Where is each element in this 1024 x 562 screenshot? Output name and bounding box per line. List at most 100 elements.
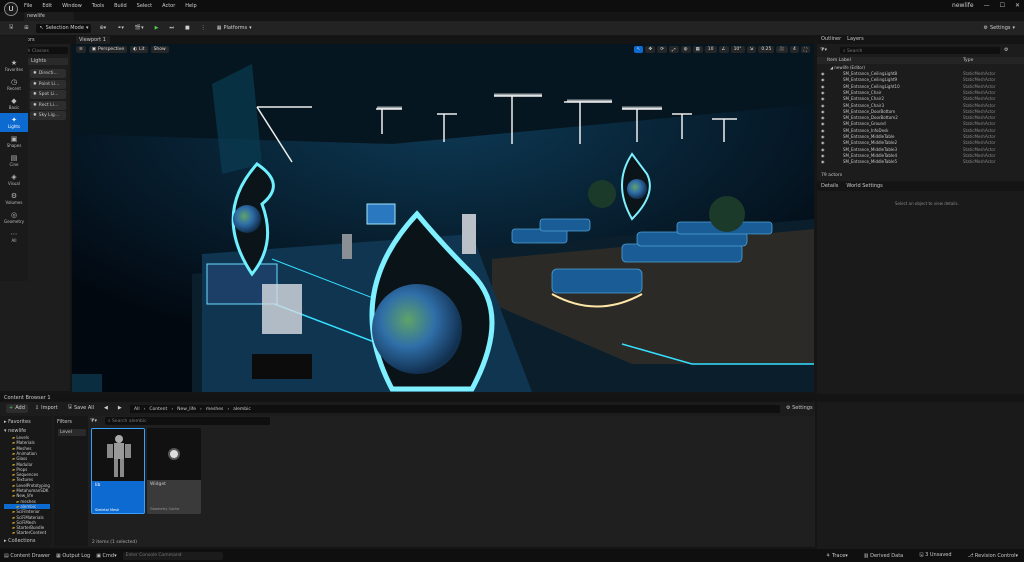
eye-icon[interactable]: ◉ <box>821 96 825 102</box>
play-options-icon[interactable]: ⋮ <box>198 24 209 33</box>
stop-button[interactable]: ■ <box>182 24 193 33</box>
camera-speed-icon[interactable]: 🎥 <box>776 46 788 53</box>
tree-root[interactable]: ▾ newlife <box>4 428 26 434</box>
mode-cine[interactable]: ▤ Cine <box>0 151 28 170</box>
eye-icon[interactable]: ◉ <box>821 121 825 127</box>
mode-volumes[interactable]: ⚙ Volumes <box>0 189 28 208</box>
tree-folder[interactable]: ▰ MetahumanSDK <box>4 488 50 493</box>
outliner-search-input[interactable]: ⌕ Search <box>840 47 1000 54</box>
cmd-dropdown[interactable]: ▣ Cmd▾ <box>96 553 116 559</box>
console-input[interactable]: Enter Console Command <box>122 551 223 560</box>
filter-chip-level[interactable]: Level <box>58 429 86 436</box>
mode-basic[interactable]: ◆ Basic <box>0 94 28 113</box>
tab-details[interactable]: Details <box>821 183 838 191</box>
tree-folder[interactable]: ▰ Animation <box>4 451 50 456</box>
outliner-row[interactable]: ◉ SM_Entrance_CeilingLight9 StaticMeshActo… <box>817 77 1017 83</box>
tree-folder[interactable]: ▰ Glass <box>4 456 50 461</box>
minimize-icon[interactable]: — <box>984 2 990 9</box>
tree-folder[interactable]: ▰ SciFiMaterials <box>4 515 50 520</box>
menu-item-edit[interactable]: Edit <box>42 3 52 9</box>
outliner-row[interactable]: ◉ SM_Entrance_DoorBottom StaticMeshActor <box>817 109 1017 115</box>
asset-search-input[interactable]: ⌕ Search alembic <box>105 417 270 425</box>
output-log-button[interactable]: ▦ Output Log <box>56 553 90 559</box>
place-actor-item[interactable]: ✹ Point Li... <box>30 79 66 89</box>
maximize-icon[interactable]: ☐ <box>1000 2 1005 9</box>
cb-settings-button[interactable]: ⚙ Settings <box>786 405 813 411</box>
level-viewport[interactable]: ≡ ▣ Perspective ◐ Lit Show ↖ ✥ ⟳ ⤢ ◍ ▦ 10 … <box>72 44 814 392</box>
outliner-row[interactable]: ◉ SM_Entrance_DoorBottom2 StaticMeshActor <box>817 115 1017 121</box>
trace-button[interactable]: ⚘ Trace▾ <box>826 553 848 559</box>
viewport-tab[interactable]: Viewport 1 <box>76 36 110 44</box>
viewport-menu-icon[interactable]: ≡ <box>76 46 86 53</box>
outliner-row[interactable]: ◉ SM_Entrance_MiddleTable5 StaticMeshActor <box>817 159 1017 165</box>
breadcrumb-item[interactable]: alembic <box>233 407 251 412</box>
eye-icon[interactable]: ◉ <box>821 84 825 90</box>
eye-icon[interactable]: ◉ <box>821 140 825 146</box>
menu-item-file[interactable]: File <box>24 3 32 9</box>
perspective-dropdown[interactable]: ▣ Perspective <box>88 46 128 53</box>
collections-header[interactable]: ▸ Collections <box>4 538 35 544</box>
mode-recent[interactable]: ◷ Recent <box>0 75 28 94</box>
tree-folder[interactable]: ▰ Levels <box>4 435 50 440</box>
show-dropdown[interactable]: Show <box>150 46 169 53</box>
eye-icon[interactable]: ◉ <box>821 90 825 96</box>
outliner-row[interactable]: ◉ SM_Entrance_InfoDesk StaticMeshActor <box>817 128 1017 134</box>
outliner-root[interactable]: ◢ newlife (Editor) <box>830 65 1024 71</box>
filter-dropdown-icon[interactable]: ⧩▾ <box>90 418 97 424</box>
content-browser-tab[interactable]: Content Browser 1 <box>4 395 51 401</box>
save-icon[interactable]: 🖫 <box>6 24 16 33</box>
breadcrumb-item[interactable]: New_life <box>177 407 196 412</box>
step-button[interactable]: ⏭ <box>166 24 177 33</box>
tree-folder[interactable]: ▰ LevelPrototyping <box>4 483 50 488</box>
outliner-settings-icon[interactable]: ⚙ <box>1004 47 1008 53</box>
mode-geometry[interactable]: ◎ Geometry <box>0 208 28 227</box>
back-icon[interactable]: ◀ <box>101 404 111 413</box>
lit-dropdown[interactable]: ◐ Lit <box>130 46 148 53</box>
world-icon[interactable]: ◍ <box>680 46 691 53</box>
translate-icon[interactable]: ✥ <box>645 46 656 53</box>
scale-snap-value[interactable]: 0.25 <box>758 46 775 53</box>
mode-all[interactable]: ⋯ All <box>0 227 28 246</box>
tree-folder[interactable]: ▰ StarterContent <box>4 530 50 535</box>
menu-item-build[interactable]: Build <box>114 3 127 9</box>
eye-icon[interactable]: ◉ <box>821 128 825 134</box>
scale-icon[interactable]: ⤢ <box>668 46 679 53</box>
eye-icon[interactable]: ◉ <box>821 71 825 77</box>
outliner-row[interactable]: ◉ SM_Entrance_CeilingLight10 StaticMeshAct… <box>817 84 1017 90</box>
breadcrumb-item[interactable]: All <box>134 407 140 412</box>
unsaved-button[interactable]: 🖫 3 Unsaved <box>919 552 951 560</box>
filter-icon[interactable]: ⧩▾ <box>820 47 827 53</box>
forward-icon[interactable]: ▶ <box>115 404 125 413</box>
eye-icon[interactable]: ◉ <box>821 153 825 159</box>
rotate-icon[interactable]: ⟳ <box>657 46 667 53</box>
eye-icon[interactable]: ◉ <box>821 109 825 115</box>
angle-snap-value[interactable]: 10° <box>730 46 745 53</box>
tree-folder[interactable]: ▰ Materials <box>4 440 50 445</box>
tree-folder[interactable]: ▰ SciFiMesh <box>4 520 50 525</box>
asset-tile-lib[interactable]: lib Skeletal Mesh <box>91 428 145 514</box>
play-button[interactable]: ▶ <box>152 24 162 33</box>
breadcrumb-item[interactable]: meshes <box>206 407 223 412</box>
col-item-label[interactable]: Item Label <box>827 58 851 63</box>
close-icon[interactable]: ✕ <box>1015 2 1020 9</box>
outliner-row[interactable]: ◉ SM_Entrance_Ground StaticMeshActor <box>817 121 1017 127</box>
tree-folder[interactable]: ▰ meshes <box>4 499 50 504</box>
eye-icon[interactable]: ◉ <box>821 103 825 109</box>
add-actor-icon[interactable]: ⊕▾ <box>96 24 109 33</box>
tree-folder[interactable]: ▰ Sequences <box>4 472 50 477</box>
outliner-row[interactable]: ◉ SM_Entrance_MiddleTable4 StaticMeshActor <box>817 153 1017 159</box>
save-all-button[interactable]: 🖫 Save All <box>65 404 97 413</box>
camera-speed-value[interactable]: 4 <box>789 46 799 53</box>
project-tab[interactable]: newlife <box>24 12 74 21</box>
tree-folder[interactable]: ▰ New_life <box>4 493 50 498</box>
place-actor-item[interactable]: ✹ Spot Li... <box>30 90 66 99</box>
tree-folder[interactable]: ▰ Meshes <box>4 446 50 451</box>
content-drawer-button[interactable]: ▤ Content Drawer <box>4 553 50 559</box>
mode-favorites[interactable]: ★ Favorites <box>0 56 28 75</box>
tree-folder[interactable]: ▰ Textures <box>4 477 50 482</box>
tree-folder[interactable]: ▰ Modular <box>4 462 50 467</box>
eye-icon[interactable]: ◉ <box>821 134 825 140</box>
tree-folder[interactable]: ▰ StarterBundle <box>4 525 50 530</box>
tab-world-settings[interactable]: World Settings <box>846 183 882 191</box>
grid-snap-icon[interactable]: ▦ <box>692 46 703 53</box>
